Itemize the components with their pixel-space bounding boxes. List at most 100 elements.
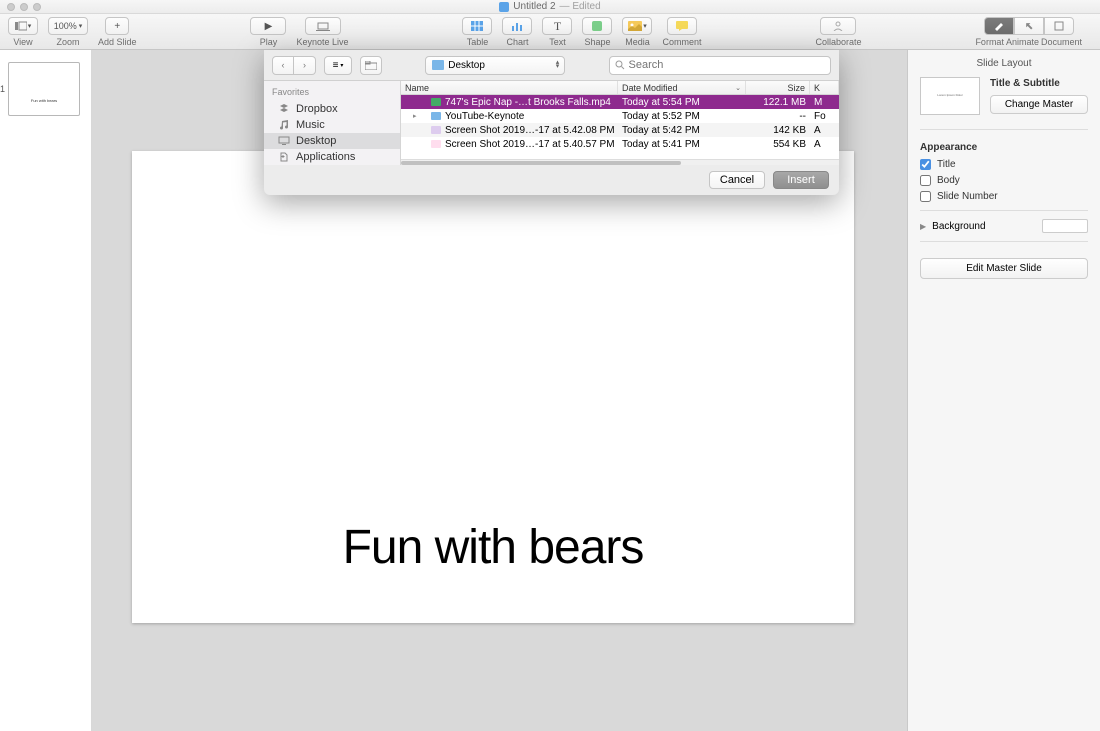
sidebar-item-dropbox[interactable]: Dropbox — [264, 101, 400, 117]
table-button[interactable] — [462, 17, 492, 35]
change-master-button[interactable]: Change Master — [990, 95, 1088, 114]
appearance-label: Appearance — [920, 142, 1088, 153]
file-size: 122.1 MB — [746, 97, 810, 108]
sidebar-item-music[interactable]: Music — [264, 117, 400, 133]
file-size: 554 KB — [746, 139, 810, 150]
sidebar-item-desktop[interactable]: Desktop — [264, 133, 400, 149]
file-date: Today at 5:42 PM — [618, 125, 746, 136]
format-button[interactable] — [984, 17, 1014, 35]
col-kind[interactable]: K — [810, 81, 839, 94]
title-checkbox-row[interactable]: Title — [920, 159, 1088, 170]
play-button[interactable]: ▶ — [250, 17, 286, 35]
inspector-header: Slide Layout — [920, 50, 1088, 77]
slidenum-checkbox[interactable] — [920, 191, 931, 202]
file-type-icon — [431, 112, 441, 120]
chart-label: Chart — [506, 37, 528, 47]
text-button[interactable]: T — [542, 17, 572, 35]
group-button[interactable] — [360, 56, 382, 75]
file-name: Screen Shot 2019…-17 at 5.42.08 PM — [445, 125, 615, 136]
edit-master-slide-button[interactable]: Edit Master Slide — [920, 258, 1088, 279]
col-name[interactable]: Name — [401, 81, 618, 94]
view-mode-button[interactable]: ≡ ▾ — [324, 56, 352, 75]
file-row[interactable]: Screen Shot 2019…-17 at 5.40.57 PMToday … — [401, 137, 839, 151]
nav-forward-button[interactable]: › — [294, 56, 316, 75]
folder-group-icon — [365, 61, 377, 70]
slide-thumbnail[interactable]: Fun with bears — [8, 62, 80, 116]
dropbox-icon — [278, 104, 290, 114]
chevron-updown-icon: ▴▾ — [556, 61, 560, 69]
file-date: Today at 5:41 PM — [618, 139, 746, 150]
media-button[interactable]: ▾ — [622, 17, 652, 35]
sidebar-item-label: Music — [296, 119, 325, 131]
sidebar-item-label: Dropbox — [296, 103, 338, 115]
dialog-footer: Cancel Insert — [264, 165, 839, 195]
file-name: YouTube-Keynote — [445, 111, 524, 122]
add-slide-label: Add Slide — [98, 37, 137, 47]
col-date[interactable]: Date Modified⌄ — [618, 81, 746, 94]
document-button[interactable] — [1044, 17, 1074, 35]
dialog-sidebar: Favorites Dropbox Music Desktop Application… — [264, 81, 401, 165]
background-swatch[interactable] — [1042, 219, 1088, 233]
titlebar: Untitled 2 — Edited — [0, 0, 1100, 14]
file-type-icon — [431, 140, 441, 148]
sort-chevron-icon: ⌄ — [735, 84, 741, 92]
master-title: Title & Subtitle — [990, 78, 1088, 89]
disclosure-triangle-icon[interactable]: ▶ — [920, 222, 926, 231]
slidenum-checkbox-row[interactable]: Slide Number — [920, 191, 1088, 202]
title-checkbox[interactable] — [920, 159, 931, 170]
sidebar-item-apps[interactable]: Applications — [264, 149, 400, 165]
comment-button[interactable] — [667, 17, 697, 35]
collaborate-button[interactable] — [820, 17, 856, 35]
shape-button[interactable] — [582, 17, 612, 35]
animate-button[interactable] — [1014, 17, 1044, 35]
file-name: 747's Epic Nap -…t Brooks Falls.mp4 — [445, 97, 611, 108]
toolbar: ▾ View 100%▾ Zoom + Add Slide ▶ Play Key… — [0, 14, 1100, 50]
nav-back-button[interactable]: ‹ — [272, 56, 294, 75]
location-popup[interactable]: Desktop ▴▾ — [425, 56, 565, 75]
sidebar-item-label: Desktop — [296, 135, 336, 147]
background-row[interactable]: ▶ Background — [920, 210, 1088, 242]
file-kind: A — [810, 125, 839, 136]
col-size[interactable]: Size — [746, 81, 810, 94]
minimize-dot[interactable] — [20, 3, 28, 11]
window-title: Untitled 2 — [513, 1, 555, 12]
apps-icon — [278, 152, 290, 162]
dialog-toolbar: ‹ › ≡ ▾ Desktop ▴▾ — [264, 50, 839, 80]
sidebar-favorites-header: Favorites — [264, 85, 400, 101]
text-label: Text — [549, 37, 566, 47]
search-field[interactable] — [609, 56, 832, 75]
search-input[interactable] — [629, 59, 826, 71]
file-kind: A — [810, 139, 839, 150]
window-edited: — Edited — [560, 1, 601, 12]
file-kind: Fo — [810, 111, 839, 122]
body-checkbox-row[interactable]: Body — [920, 175, 1088, 186]
zoom-dot[interactable] — [33, 3, 41, 11]
view-button[interactable]: ▾ — [8, 17, 38, 35]
inspector: Slide Layout Lorem Ipsum Dolor Title & S… — [908, 50, 1100, 731]
file-row[interactable]: ▸YouTube-KeynoteToday at 5:52 PM--Fo — [401, 109, 839, 123]
desktop-icon — [278, 136, 290, 146]
zoom-button[interactable]: 100%▾ — [48, 17, 88, 35]
animate-label: Animate — [1006, 37, 1039, 47]
h-scrollbar[interactable] — [401, 159, 839, 165]
slide-title-text[interactable]: Fun with bears — [132, 520, 854, 575]
file-type-icon — [431, 126, 441, 134]
file-date: Today at 5:54 PM — [618, 97, 746, 108]
close-dot[interactable] — [7, 3, 15, 11]
slide-panel: 1 Fun with bears — [0, 50, 92, 731]
add-slide-button[interactable]: + — [105, 17, 129, 35]
file-kind: M — [810, 97, 839, 108]
folder-icon — [432, 60, 444, 70]
insert-button[interactable]: Insert — [773, 171, 829, 189]
file-row[interactable]: Screen Shot 2019…-17 at 5.42.08 PMToday … — [401, 123, 839, 137]
keynote-live-button[interactable] — [305, 17, 341, 35]
cancel-button[interactable]: Cancel — [709, 171, 765, 189]
search-icon — [615, 60, 625, 70]
body-checkbox[interactable] — [920, 175, 931, 186]
master-thumb: Lorem Ipsum Dolor — [920, 77, 980, 115]
chart-button[interactable] — [502, 17, 532, 35]
file-type-icon — [431, 98, 441, 106]
slide[interactable]: Fun with bears — [132, 151, 854, 623]
file-row[interactable]: 747's Epic Nap -…t Brooks Falls.mp4 Today… — [401, 95, 839, 109]
comment-label: Comment — [662, 37, 701, 47]
